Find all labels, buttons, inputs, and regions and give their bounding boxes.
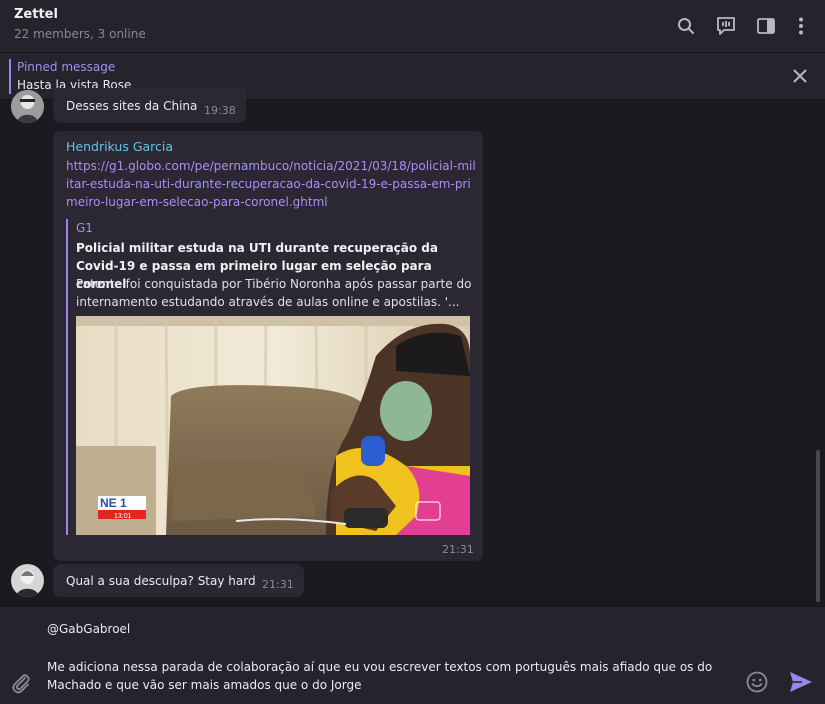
chat-header[interactable]: Zettel 22 members, 3 online [0, 0, 825, 53]
avatar[interactable] [11, 564, 44, 597]
send-icon[interactable] [788, 669, 814, 695]
avatar[interactable] [11, 90, 44, 123]
more-vertical-icon[interactable] [789, 14, 813, 38]
search-icon[interactable] [674, 14, 698, 38]
message-time: 19:38 [204, 104, 236, 117]
chat-title[interactable]: Zettel [14, 7, 58, 22]
pinned-title: Pinned message [17, 60, 116, 74]
sidebar-toggle-icon[interactable] [754, 14, 778, 38]
paperclip-icon[interactable] [8, 670, 34, 696]
emoji-icon[interactable] [744, 669, 770, 695]
message-text: Qual a sua desculpa? Stay hard [66, 574, 256, 588]
message-text: Desses sites da China [66, 99, 198, 113]
message-sender[interactable]: Hendrikus Garcia [66, 139, 173, 154]
link-preview-accent-bar [66, 219, 68, 535]
message-time: 21:31 [262, 578, 294, 591]
image-clock: 13:01 [114, 513, 132, 520]
message-time: 21:31 [442, 543, 474, 556]
link-preview-site: G1 [76, 221, 93, 235]
link-preview-image[interactable]: NE 1 13:01 [76, 316, 470, 535]
pinned-accent-bar [9, 59, 11, 94]
composer-text[interactable]: Me adiciona nessa parada de colaboração … [47, 658, 737, 694]
chat-member-status: 22 members, 3 online [14, 27, 146, 41]
message-link[interactable]: https://g1.globo.com/pe/pernambuco/notic… [66, 157, 476, 211]
composer-mention[interactable]: @GabGabroel [47, 622, 130, 636]
messages-scrollbar[interactable] [816, 450, 820, 602]
link-preview-description: Patente foi conquistada por Tibério Noro… [76, 277, 472, 309]
image-channel-logo: NE 1 [100, 496, 127, 510]
voice-chat-icon[interactable] [714, 14, 738, 38]
close-icon[interactable] [788, 64, 812, 88]
